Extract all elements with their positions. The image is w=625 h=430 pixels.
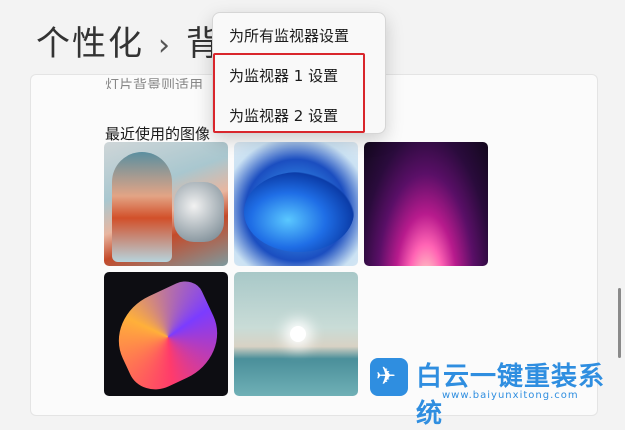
description-text: 灯片背景则适用 bbox=[105, 78, 203, 89]
recent-image-2[interactable] bbox=[234, 142, 358, 266]
context-menu: 为所有监视器设置 为监视器 1 设置 为监视器 2 设置 bbox=[212, 12, 386, 134]
recent-image-4[interactable] bbox=[104, 272, 228, 396]
recent-images-title: 最近使用的图像 bbox=[105, 125, 211, 143]
abstract-shape bbox=[104, 275, 228, 396]
blue-bloom bbox=[244, 172, 354, 252]
bird-icon: ✈ bbox=[370, 358, 408, 396]
sun bbox=[290, 326, 306, 342]
recent-image-5[interactable] bbox=[234, 272, 358, 396]
anime-figure bbox=[112, 152, 172, 262]
watermark: ✈ 白云一键重装系统 www.baiyunxitong.com bbox=[370, 356, 620, 429]
recent-image-1[interactable] bbox=[104, 142, 228, 266]
scrollbar[interactable] bbox=[618, 288, 621, 358]
breadcrumb: 个性化 › 背 bbox=[36, 16, 222, 65]
chevron-right-icon: › bbox=[158, 28, 172, 63]
menu-item-all-monitors[interactable]: 为所有监视器设置 bbox=[229, 25, 349, 46]
annotation-highlight-box bbox=[213, 53, 365, 133]
breadcrumb-parent[interactable]: 个性化 bbox=[36, 24, 144, 64]
recent-image-3[interactable] bbox=[364, 142, 488, 266]
watermark-url: www.baiyunxitong.com bbox=[442, 390, 579, 401]
robot-figure bbox=[174, 182, 224, 242]
